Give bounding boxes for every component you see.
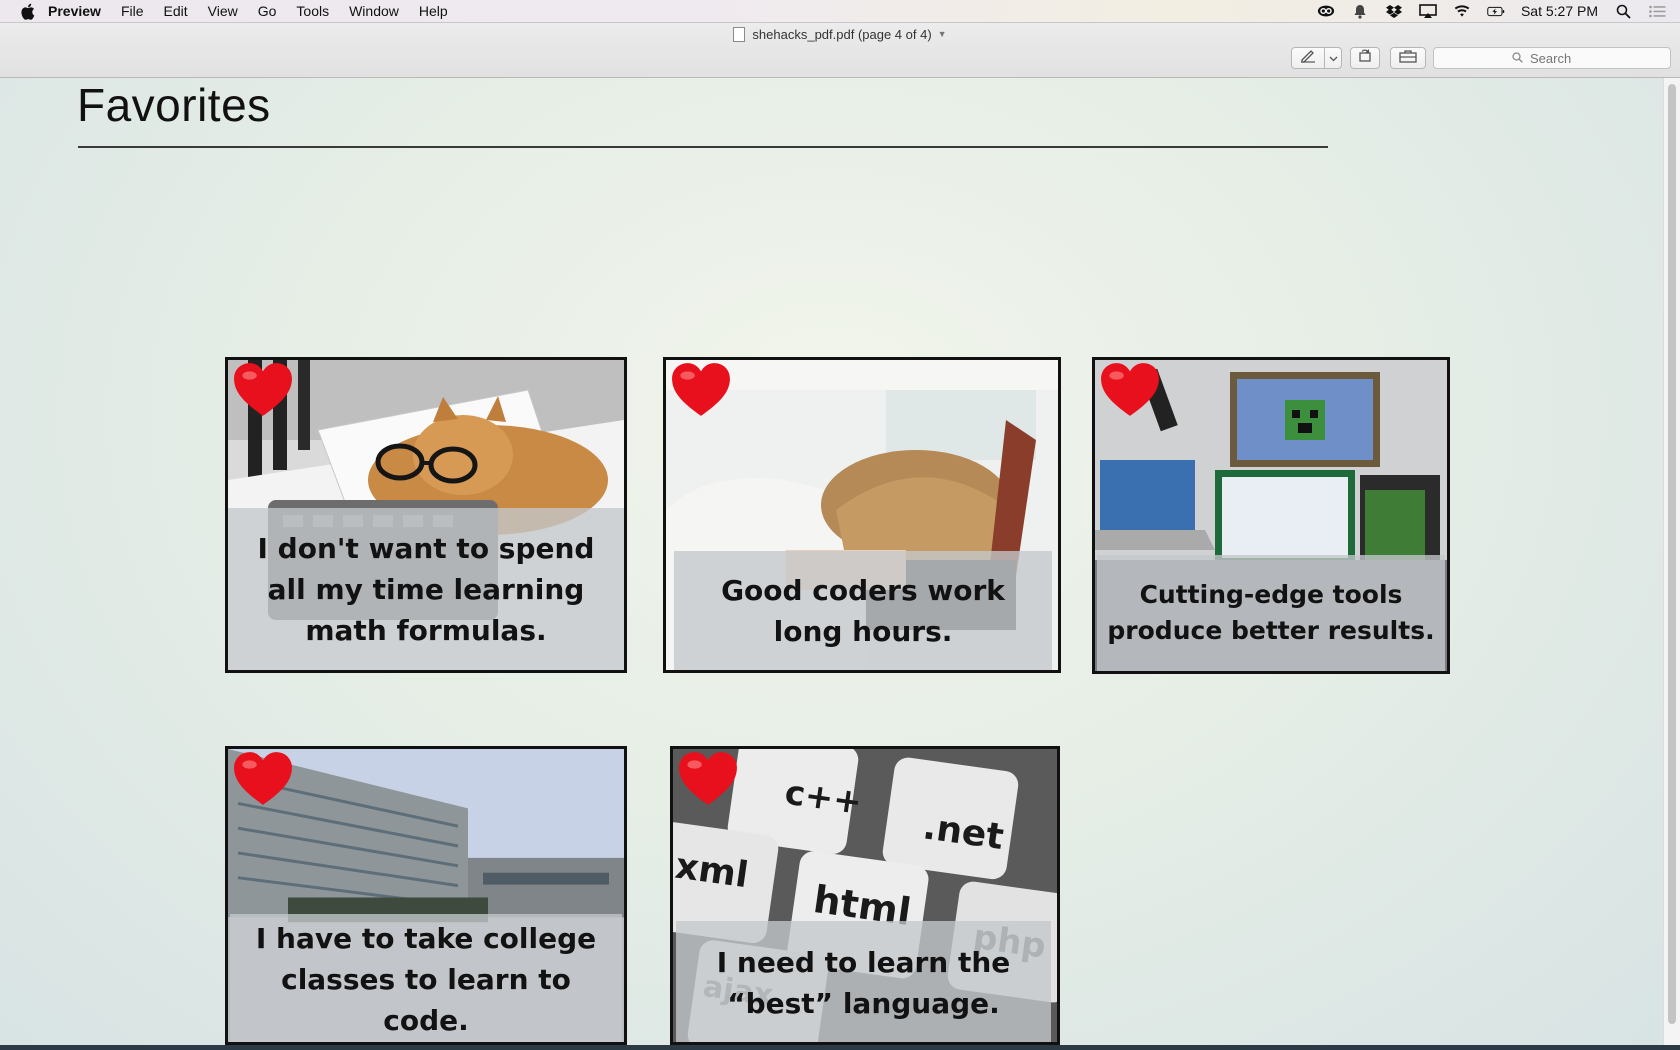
menubar-clock[interactable]: Sat 5:27 PM xyxy=(1521,3,1598,19)
heart-icon xyxy=(234,752,292,805)
search-field[interactable] xyxy=(1433,47,1671,69)
favorite-card-long-hours: Good coders work long hours. xyxy=(663,357,1061,673)
menu-go[interactable]: Go xyxy=(258,3,277,19)
spotlight-search-icon[interactable] xyxy=(1614,3,1632,19)
heart-icon xyxy=(1101,363,1159,416)
card-caption: I need to learn the “best” language. xyxy=(676,921,1051,1042)
menu-window[interactable]: Window xyxy=(349,3,399,19)
status-area: Sat 5:27 PM xyxy=(1317,0,1666,22)
menu-view[interactable]: View xyxy=(208,3,238,19)
search-input[interactable] xyxy=(1528,49,1592,67)
rotate-icon xyxy=(1357,48,1373,68)
vertical-scrollbar[interactable] xyxy=(1663,78,1680,1045)
menu-file[interactable]: File xyxy=(121,3,144,19)
notification-bell-icon[interactable] xyxy=(1351,3,1369,19)
markup-pen-button[interactable] xyxy=(1291,47,1325,69)
rotate-button[interactable] xyxy=(1350,47,1380,69)
wifi-icon[interactable] xyxy=(1453,3,1471,19)
chevron-down-icon[interactable]: ▼ xyxy=(938,29,947,39)
dropbox-icon[interactable] xyxy=(1385,3,1403,19)
scrollbar-thumb[interactable] xyxy=(1668,84,1676,1024)
favorite-card-college: I have to take college classes to learn … xyxy=(225,746,627,1045)
menu-app-preview[interactable]: Preview xyxy=(48,3,101,19)
battery-charging-icon[interactable] xyxy=(1487,3,1505,19)
search-icon xyxy=(1512,51,1523,66)
title-underline xyxy=(78,146,1328,148)
toolbox-icon xyxy=(1399,49,1417,68)
card-caption: I don't want to spend all my time learni… xyxy=(228,508,624,670)
markup-menu-button[interactable] xyxy=(1324,47,1342,69)
favorite-card-language: c++ .net xml html php ajax I need to lea… xyxy=(670,746,1060,1045)
pdf-document-icon xyxy=(733,26,746,42)
window-toolbar: shehacks_pdf.pdf (page 4 of 4) ▼ xyxy=(0,23,1680,78)
window-title-bar[interactable]: shehacks_pdf.pdf (page 4 of 4) ▼ xyxy=(0,23,1680,45)
heart-icon xyxy=(679,752,737,805)
heart-icon xyxy=(672,363,730,416)
pdf-page-view[interactable]: Favorites I don't want to spend all my t… xyxy=(0,78,1663,1045)
menu-tools[interactable]: Tools xyxy=(296,3,329,19)
menu-help[interactable]: Help xyxy=(419,3,448,19)
creative-cloud-icon[interactable] xyxy=(1317,3,1335,19)
airplay-icon[interactable] xyxy=(1419,3,1437,19)
page-title: Favorites xyxy=(77,79,271,131)
chevron-down-icon xyxy=(1329,49,1338,67)
menu-bar: Preview File Edit View Go Tools Window H… xyxy=(0,0,1680,23)
card-caption: Cutting-edge tools produce better result… xyxy=(1097,555,1445,671)
favorite-card-math: I don't want to spend all my time learni… xyxy=(225,357,627,673)
heart-icon xyxy=(234,363,292,416)
window-title: shehacks_pdf.pdf (page 4 of 4) xyxy=(752,26,932,42)
toolbox-button[interactable] xyxy=(1390,47,1426,69)
menu-edit[interactable]: Edit xyxy=(164,3,188,19)
window-bottom-edge xyxy=(0,1045,1680,1050)
card-caption: Good coders work long hours. xyxy=(674,551,1052,670)
favorite-card-tools: Cutting-edge tools produce better result… xyxy=(1092,357,1450,674)
notification-center-icon[interactable] xyxy=(1648,3,1666,19)
card-caption: I have to take college classes to learn … xyxy=(230,914,622,1042)
apple-menu-icon[interactable] xyxy=(18,2,36,20)
pen-icon xyxy=(1300,49,1316,68)
